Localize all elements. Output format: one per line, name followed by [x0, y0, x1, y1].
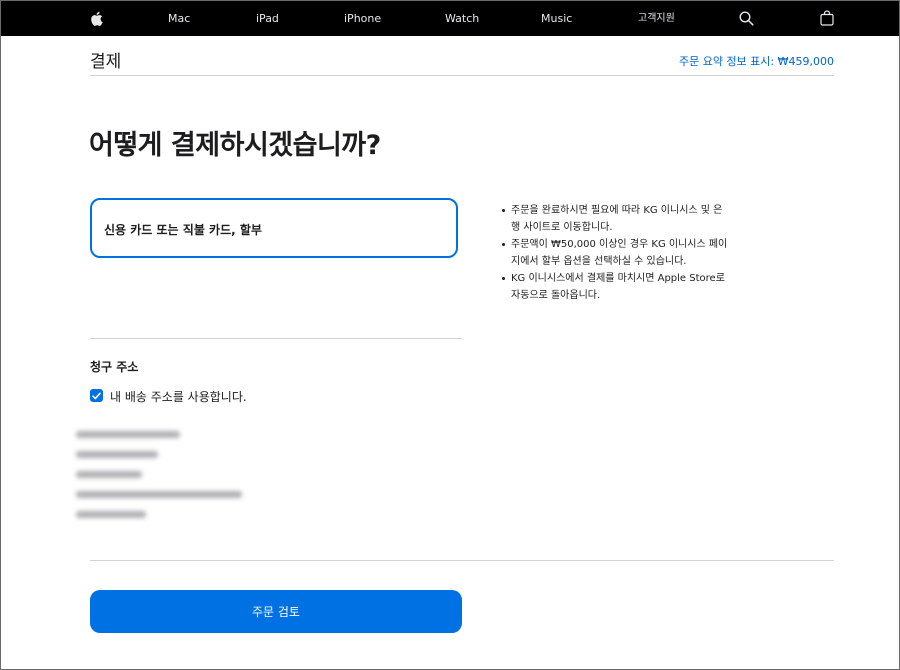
- redacted-address-line: [76, 491, 242, 498]
- apple-logo-icon[interactable]: [88, 0, 104, 36]
- nav-item-music[interactable]: Music: [541, 0, 572, 36]
- payment-note: 주문액이 ₩50,000 이상인 경우 KG 이니시스 페이지에서 할부 옵션을…: [500, 236, 730, 270]
- nav-item-mac[interactable]: Mac: [168, 0, 190, 36]
- redacted-address-line: [76, 431, 180, 438]
- bag-icon[interactable]: [819, 0, 835, 36]
- payment-note: KG 이니시스에서 결제를 마치시면 Apple Store로 자동으로 돌아옵…: [500, 270, 730, 304]
- page-title: 결제: [90, 52, 122, 72]
- payment-option-card[interactable]: 신용 카드 또는 직불 카드, 할부: [90, 198, 458, 258]
- checkmark-icon: [92, 392, 101, 399]
- use-shipping-address-checkbox[interactable]: [90, 389, 103, 402]
- order-summary-link[interactable]: 주문 요약 정보 표시: ₩459,000: [679, 53, 834, 69]
- nav-item-watch[interactable]: Watch: [445, 0, 479, 36]
- redacted-address-line: [76, 451, 158, 458]
- nav-item-support[interactable]: 고객지원: [638, 0, 675, 36]
- redacted-address-line: [76, 471, 142, 478]
- nav-item-iphone[interactable]: iPhone: [344, 0, 381, 36]
- review-order-button[interactable]: 주문 검토: [90, 590, 462, 633]
- window-frame: [0, 0, 900, 670]
- search-icon[interactable]: [738, 0, 754, 36]
- use-shipping-address-label[interactable]: 내 배송 주소를 사용합니다.: [110, 388, 247, 405]
- divider: [90, 75, 834, 76]
- payment-heading: 어떻게 결제하시겠습니까?: [89, 130, 381, 161]
- divider: [90, 338, 462, 339]
- nav-item-ipad[interactable]: iPad: [256, 0, 279, 36]
- payment-option-label: 신용 카드 또는 직불 카드, 할부: [104, 223, 262, 237]
- redacted-address-line: [76, 511, 146, 518]
- billing-heading: 청구 주소: [90, 360, 139, 374]
- payment-notes: 주문을 완료하시면 필요에 따라 KG 이니시스 및 은행 사이트로 이동합니다…: [500, 202, 730, 304]
- payment-note: 주문을 완료하시면 필요에 따라 KG 이니시스 및 은행 사이트로 이동합니다…: [500, 202, 730, 236]
- divider: [90, 560, 834, 561]
- global-nav: Mac iPad iPhone Watch Music 고객지원: [0, 0, 900, 36]
